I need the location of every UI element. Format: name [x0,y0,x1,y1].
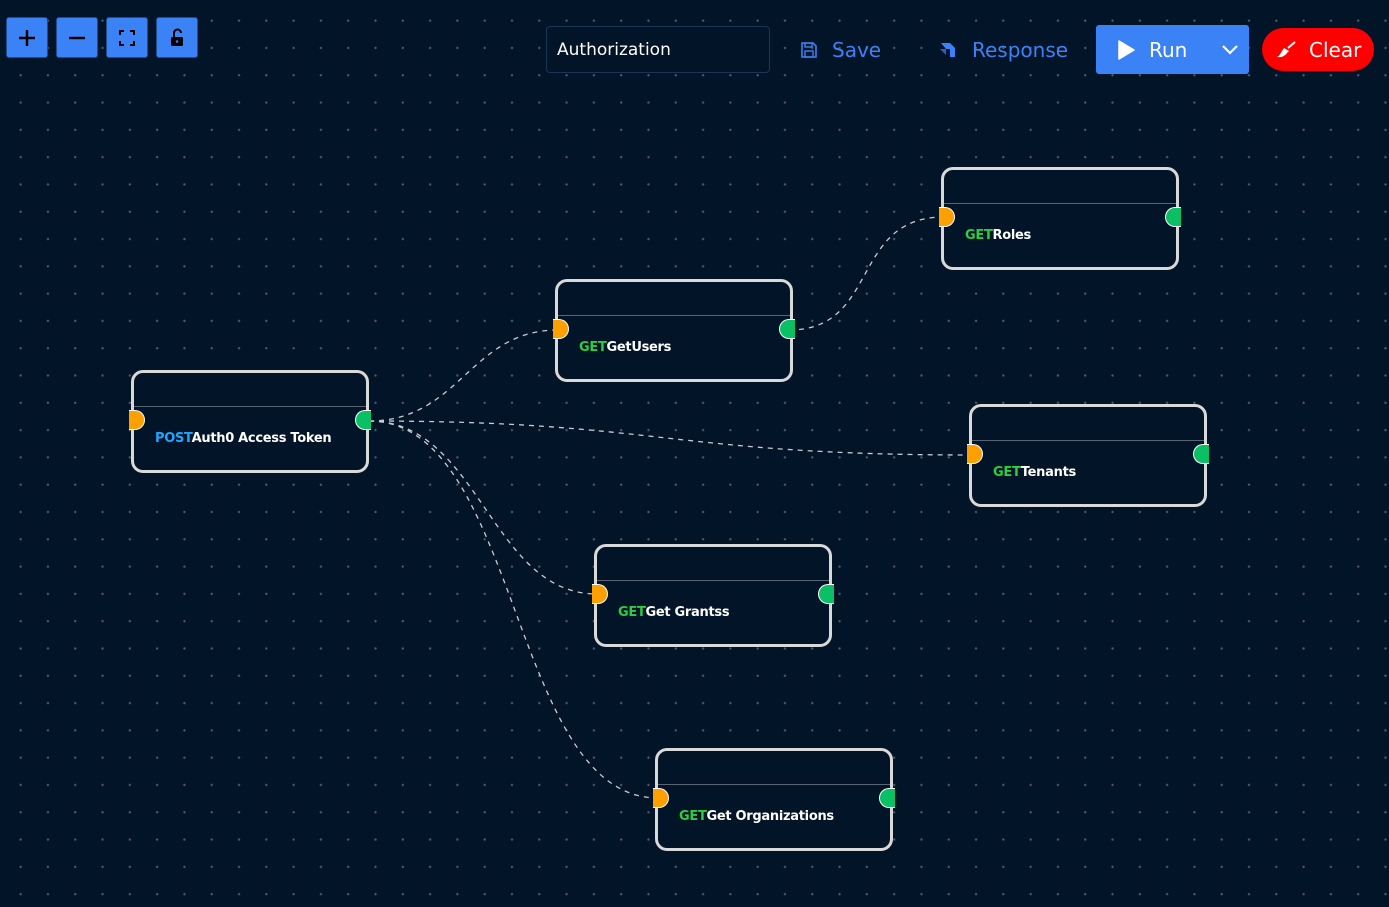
node-label: GETGet Grantss [618,605,730,620]
input-handle[interactable] [967,444,983,464]
output-handle[interactable] [779,319,795,339]
node-divider [972,440,1204,441]
node-roles[interactable]: GETRoles [939,167,1181,270]
node-name: GetUsers [606,340,672,355]
node-get-grantss[interactable]: GETGet Grantss [592,544,834,647]
edge-auth0-tenants[interactable] [368,420,973,456]
node-name: Roles [992,228,1032,243]
output-handle[interactable] [879,788,895,808]
input-handle[interactable] [592,584,608,604]
node-getusers[interactable]: GETGetUsers [553,279,795,382]
node-label: GETGet Organizations [679,809,834,824]
method-badge: GET [993,465,1021,480]
output-handle[interactable] [355,410,371,430]
edge-auth0-grants[interactable] [368,420,598,595]
input-handle[interactable] [653,788,669,808]
node-divider [134,406,366,407]
node-divider [944,203,1176,204]
input-handle[interactable] [939,207,955,227]
method-badge: GET [618,605,646,620]
output-handle[interactable] [1165,207,1181,227]
method-badge: GET [579,340,607,355]
input-handle[interactable] [129,410,145,430]
node-name: Get Grantss [645,605,730,620]
method-badge: GET [965,228,993,243]
node-divider [558,315,790,316]
method-badge: POST [155,431,192,446]
node-label: GETTenants [993,465,1076,480]
output-handle[interactable] [818,584,834,604]
node-tenants[interactable]: GETTenants [967,404,1209,507]
node-label: GETRoles [965,228,1031,243]
input-handle[interactable] [553,319,569,339]
node-label: GETGetUsers [579,340,671,355]
node-divider [658,784,890,785]
node-name: Tenants [1020,465,1076,480]
edge-auth0-getusers[interactable] [368,329,559,422]
method-badge: GET [679,809,707,824]
node-get-organizations[interactable]: GETGet Organizations [653,748,895,851]
node-name: Auth0 Access Token [191,431,332,446]
node-divider [597,580,829,581]
output-handle[interactable] [1193,444,1209,464]
node-name: Get Organizations [706,809,835,824]
node-label: POSTAuth0 Access Token [155,431,332,446]
node-auth0-access-token[interactable]: POSTAuth0 Access Token [129,370,371,473]
edge-getusers-roles[interactable] [788,216,945,331]
